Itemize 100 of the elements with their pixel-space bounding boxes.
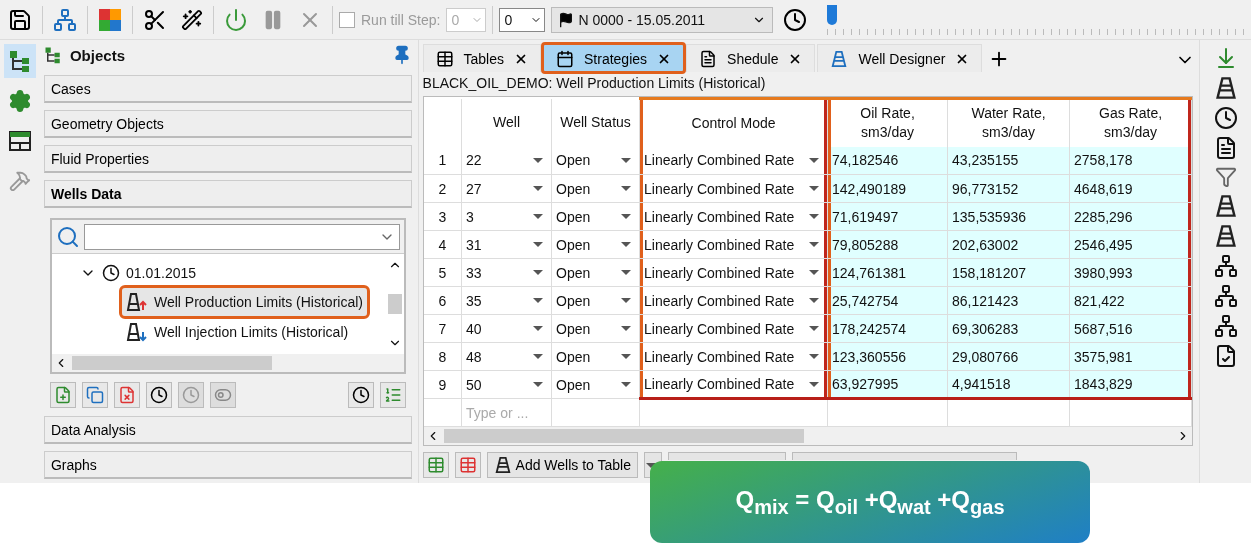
table-cell: 4,941518 xyxy=(947,370,1070,399)
dropdown-cell[interactable]: Linearly Combined Rate xyxy=(639,314,828,343)
section-header[interactable]: Geometry Objects xyxy=(43,110,412,138)
dropdown-cell[interactable]: Open xyxy=(551,202,640,231)
dropdown-cell[interactable]: Linearly Combined Rate xyxy=(639,286,828,315)
dropdown-cell[interactable]: Open xyxy=(551,370,640,399)
date-dropdown[interactable]: N 0000 - 15.05.2011 xyxy=(551,6,774,33)
timeline-thumb[interactable] xyxy=(827,4,838,25)
scroll-thumb[interactable] xyxy=(387,294,402,314)
clock-delete-button[interactable] xyxy=(177,382,204,408)
dropdown-cell[interactable]: Linearly Combined Rate xyxy=(639,146,828,175)
tree-node-label[interactable]: 01.01.2015 xyxy=(125,265,197,281)
table-cell: 158,181207 xyxy=(947,258,1070,287)
tree-item[interactable]: Well Injection Limits (Historical) xyxy=(121,318,353,346)
dropdown-cell[interactable]: Open xyxy=(551,258,640,287)
table-cell: 3575,981 xyxy=(1069,342,1192,371)
add-row-button[interactable] xyxy=(422,452,449,478)
dropdown-cell[interactable]: Open xyxy=(551,286,640,315)
clock-icon xyxy=(181,386,200,404)
dropdown-cell[interactable]: Linearly Combined Rate xyxy=(639,230,828,259)
delete-row-button[interactable] xyxy=(454,452,481,478)
caret-icon xyxy=(809,242,820,247)
tab[interactable]: Well Designer xyxy=(817,44,983,72)
table-cell: 43,235155 xyxy=(947,146,1070,175)
derrick-icon xyxy=(1213,194,1238,218)
horizontal-scrollbar[interactable] xyxy=(423,427,1193,445)
dropdown-cell[interactable]: Linearly Combined Rate xyxy=(639,174,828,203)
dropdown-cell[interactable]: Open xyxy=(551,230,640,259)
dropdown-cell[interactable]: Open xyxy=(551,314,640,343)
list-button[interactable] xyxy=(379,382,406,408)
tab[interactable]: Tables xyxy=(422,44,541,72)
section-header[interactable]: Wells Data xyxy=(43,180,412,208)
dropdown-cell[interactable]: 48 xyxy=(461,342,552,371)
row-number: 5 xyxy=(423,258,462,287)
caret-icon xyxy=(533,382,544,387)
dropdown-cell[interactable]: 3 xyxy=(461,202,552,231)
table-cell: 63,927995 xyxy=(827,370,948,399)
derrick-icon xyxy=(1213,224,1238,248)
filter-icon[interactable] xyxy=(1214,166,1237,188)
run-till-step-checkbox[interactable] xyxy=(339,11,355,28)
table-cell: 142,490189 xyxy=(827,174,948,203)
section-header[interactable]: Graphs xyxy=(43,451,412,479)
caret-icon xyxy=(809,186,820,191)
clock-edit-button[interactable] xyxy=(145,382,172,408)
list-icon xyxy=(383,386,402,404)
search-field[interactable] xyxy=(83,223,400,250)
dropdown-cell[interactable]: Linearly Combined Rate xyxy=(639,342,828,371)
caret-icon xyxy=(621,214,632,219)
table-cell: 3980,993 xyxy=(1069,258,1192,287)
clock-icon xyxy=(149,386,168,404)
dropdown-cell[interactable]: Open xyxy=(551,174,640,203)
hierarchy-icon[interactable] xyxy=(1213,254,1238,278)
column-header[interactable]: Well Status xyxy=(551,98,640,147)
table-cell: 135,535936 xyxy=(947,202,1070,231)
clock-icon[interactable] xyxy=(1213,106,1238,130)
tree-icon xyxy=(7,49,32,73)
dropdown-cell[interactable]: 40 xyxy=(461,314,552,343)
scroll-thumb[interactable] xyxy=(71,356,272,370)
scroll-thumb[interactable] xyxy=(443,429,804,443)
row-number: 2 xyxy=(423,174,462,203)
toggle-icon xyxy=(213,386,232,404)
section-header[interactable]: Fluid Properties xyxy=(43,145,412,173)
caret-icon xyxy=(809,354,820,359)
calendar-icon xyxy=(556,49,574,68)
dropdown-cell[interactable]: 22 xyxy=(461,146,552,175)
delete-file-button[interactable] xyxy=(113,382,140,408)
tab[interactable]: Shedule xyxy=(686,44,816,72)
table-cell: 821,422 xyxy=(1069,286,1192,315)
horizontal-scrollbar[interactable] xyxy=(51,354,404,372)
caret-icon xyxy=(621,270,632,275)
dropdown-cell[interactable]: Linearly Combined Rate xyxy=(639,370,828,399)
dropdown-cell[interactable]: 33 xyxy=(461,258,552,287)
table-cell: 2758,178 xyxy=(1069,146,1192,175)
section-header[interactable]: Data Analysis xyxy=(43,416,412,444)
toggle-off-button[interactable] xyxy=(209,382,236,408)
save-icon xyxy=(8,7,32,32)
new-file-button[interactable] xyxy=(49,382,76,408)
dropdown-cell[interactable]: Open xyxy=(551,342,640,371)
tab[interactable]: Strategies xyxy=(543,44,685,72)
table-cell: 4648,619 xyxy=(1069,174,1192,203)
copy-file-button[interactable] xyxy=(81,382,108,408)
dropdown-cell[interactable]: 31 xyxy=(461,230,552,259)
clock-button[interactable] xyxy=(347,382,374,408)
dropdown-cell[interactable]: Linearly Combined Rate xyxy=(639,258,828,287)
dropdown-cell[interactable]: Linearly Combined Rate xyxy=(639,202,828,231)
step-spinbox[interactable]: 0 xyxy=(499,7,546,32)
copy-icon xyxy=(85,386,104,404)
hierarchy-icon[interactable] xyxy=(1213,284,1238,308)
side-tab[interactable] xyxy=(3,44,36,78)
dropdown-cell[interactable]: Open xyxy=(551,146,640,175)
hierarchy-icon[interactable] xyxy=(1213,314,1238,338)
column-header[interactable]: Well xyxy=(461,98,552,147)
table-cell: 2546,495 xyxy=(1069,230,1192,259)
add-wells-button[interactable]: Add Wells to Table xyxy=(486,452,638,478)
dropdown-cell[interactable]: 27 xyxy=(461,174,552,203)
dropdown-cell[interactable]: 50 xyxy=(461,370,552,399)
table-cell: 25,742754 xyxy=(827,286,948,315)
dropdown-cell[interactable]: 35 xyxy=(461,286,552,315)
section-header[interactable]: Cases xyxy=(43,75,412,103)
tree-item[interactable]: Well Production Limits (Historical) xyxy=(121,288,367,316)
